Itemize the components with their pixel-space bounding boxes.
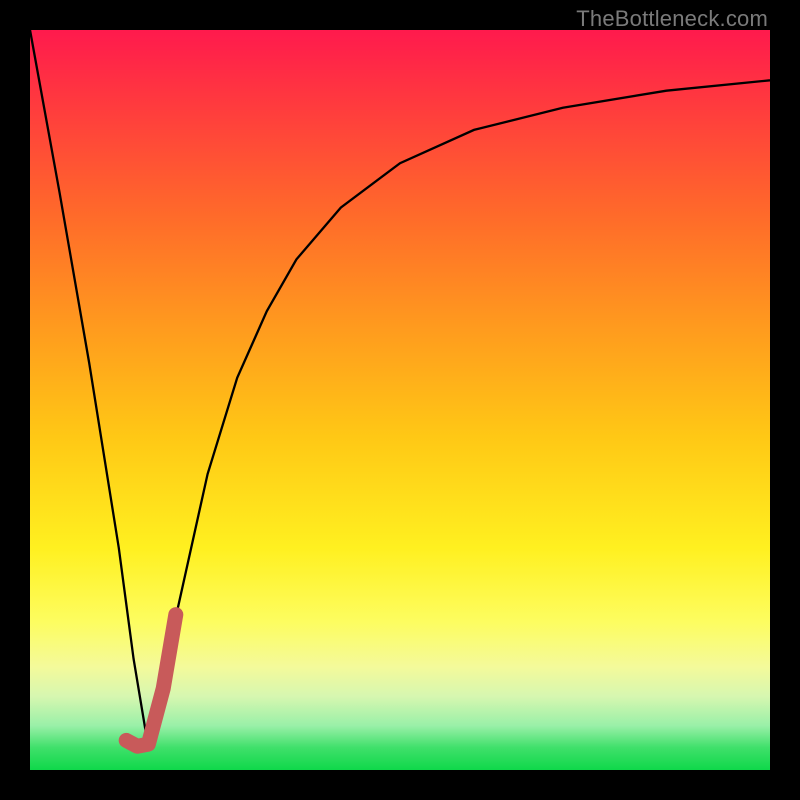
bottleneck-curve: [30, 30, 770, 748]
j-hook-marker: [126, 615, 176, 747]
chart-frame: TheBottleneck.com: [0, 0, 800, 800]
chart-overlay: [30, 30, 770, 770]
credit-watermark: TheBottleneck.com: [576, 6, 768, 32]
